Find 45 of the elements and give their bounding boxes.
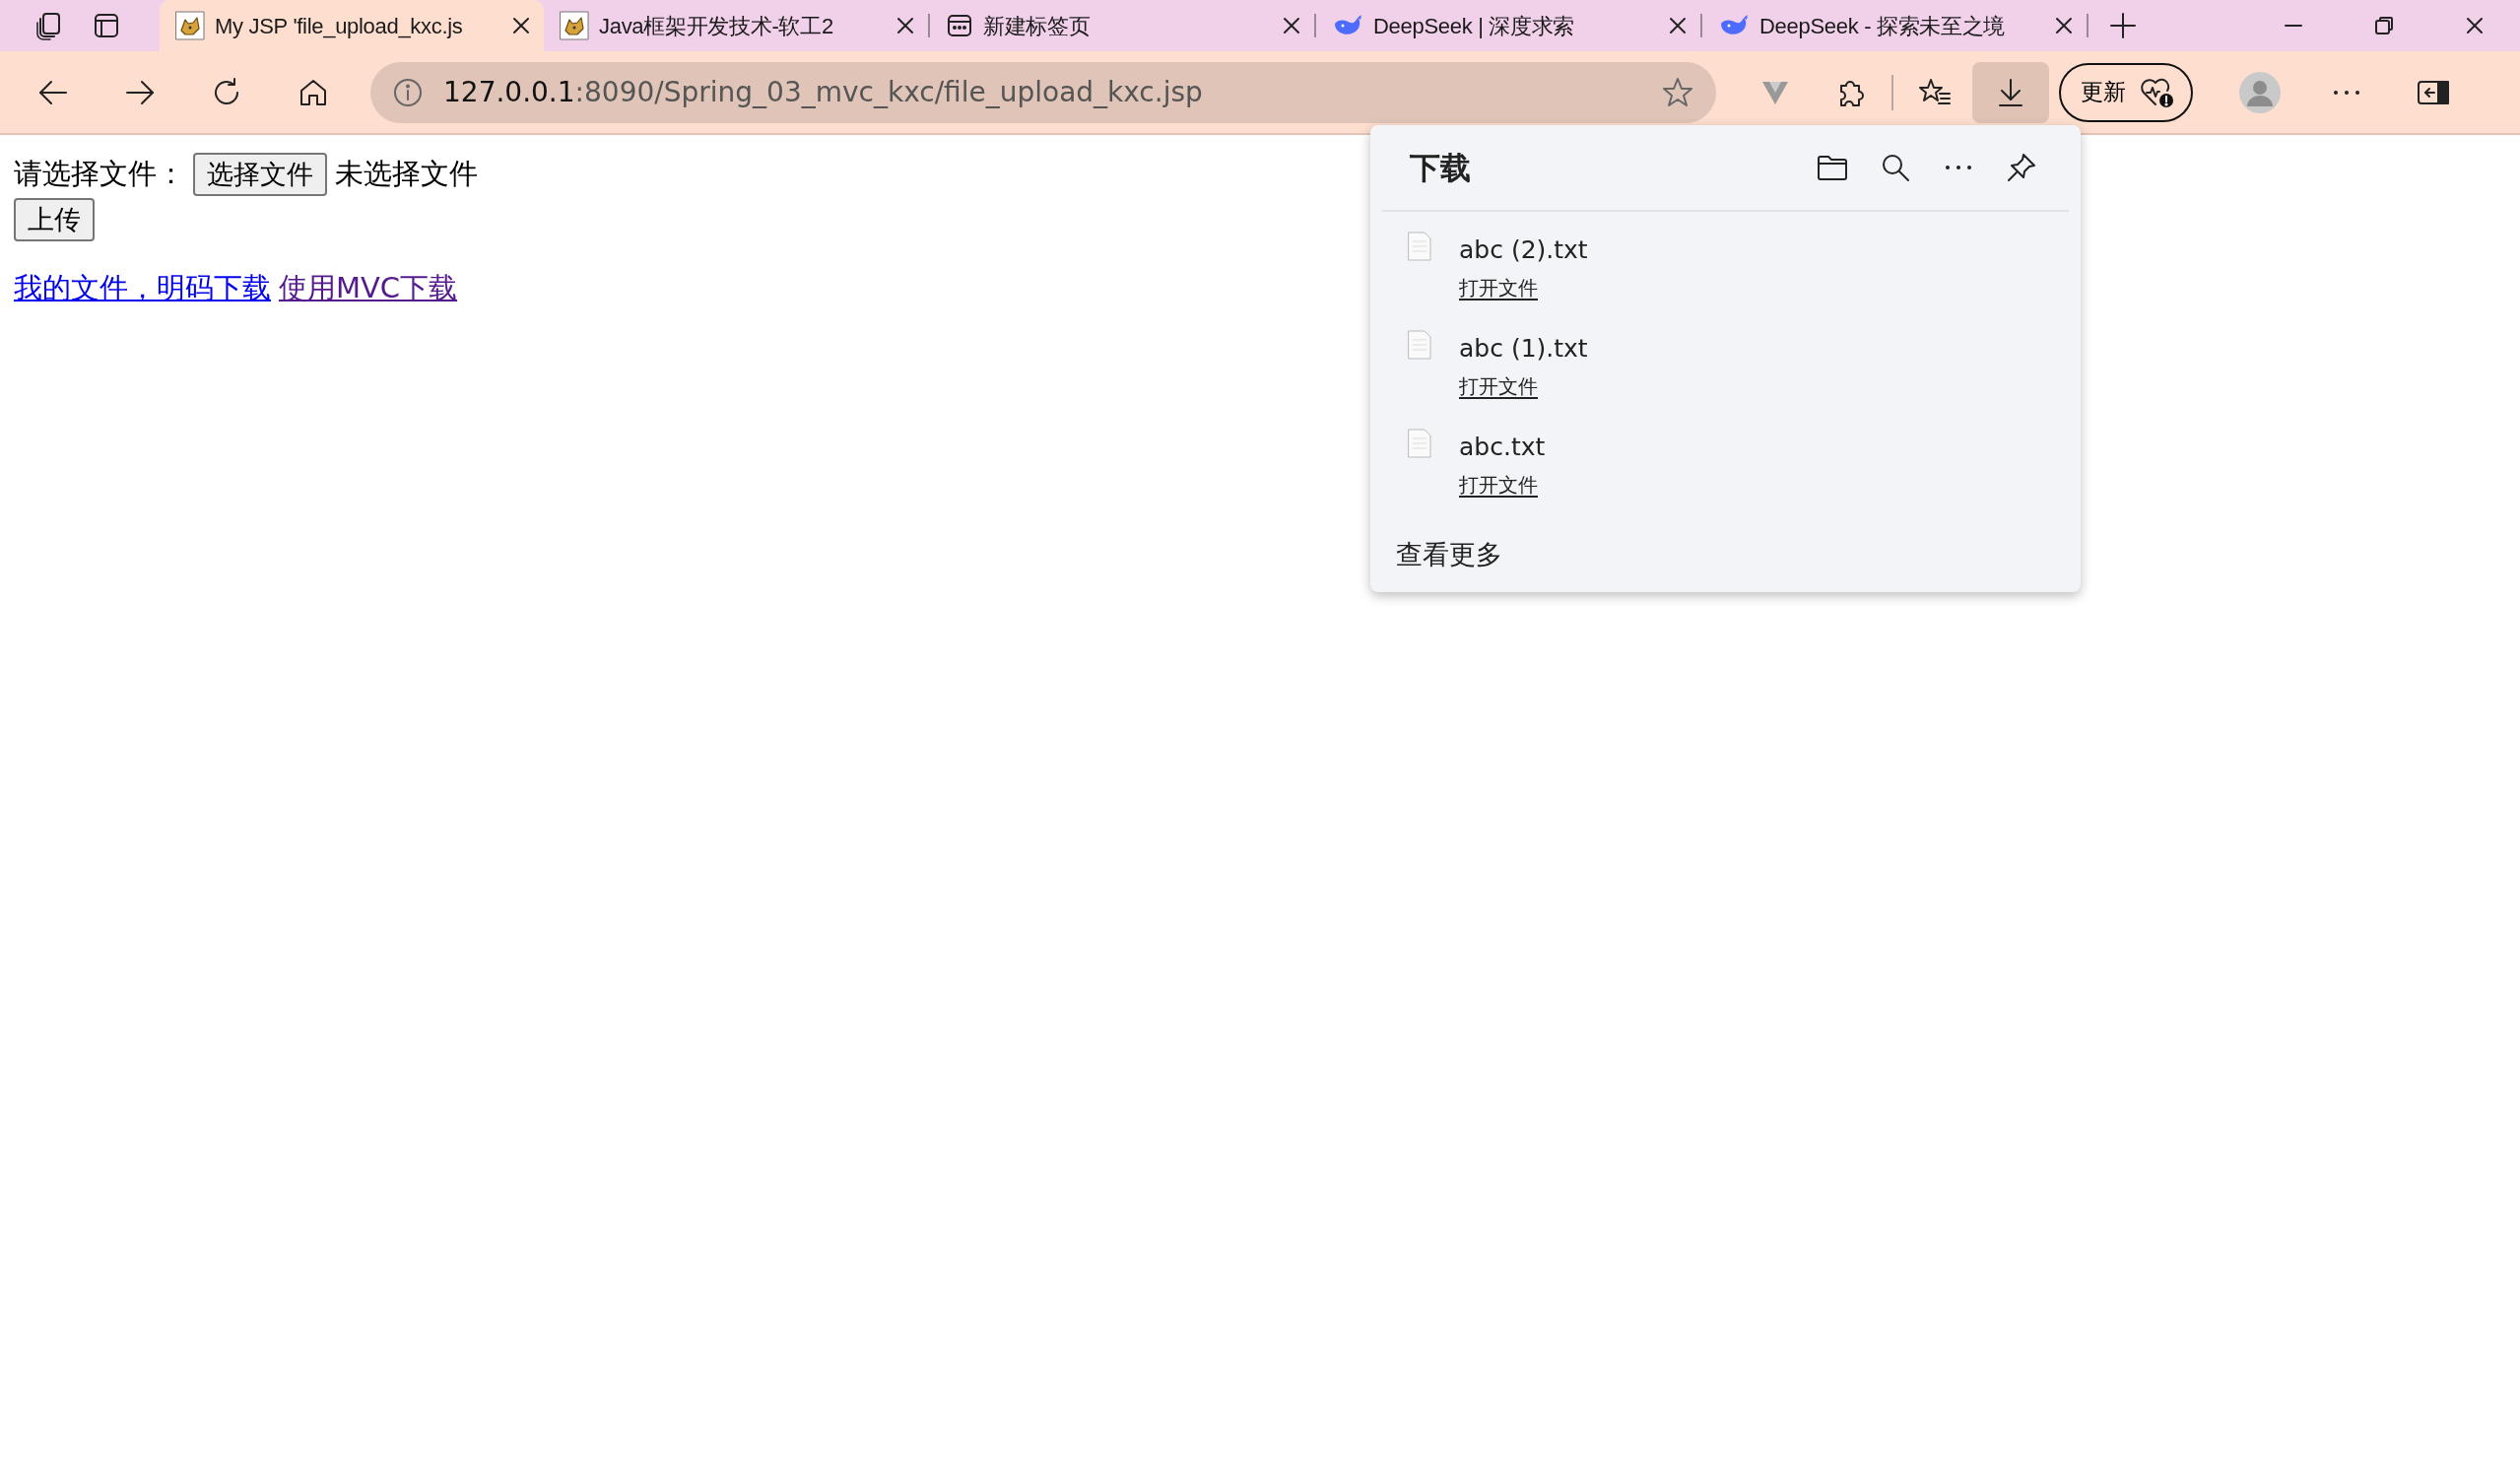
url-text: 127.0.0.1:8090/Spring_03_mvc_kxc/file_upload_kxc.jsp bbox=[442, 74, 1204, 110]
file-icon bbox=[1408, 429, 1431, 458]
folder-icon bbox=[1816, 153, 1849, 182]
close-icon[interactable] bbox=[2464, 15, 2486, 36]
open-file-link[interactable]: 打开文件 bbox=[1459, 272, 1538, 302]
restore-icon[interactable] bbox=[2373, 15, 2395, 36]
downloads-button[interactable] bbox=[1972, 61, 2049, 123]
pin-icon bbox=[2006, 152, 2037, 183]
download-link[interactable]: 我的文件，明码下载 bbox=[14, 267, 271, 310]
download-link[interactable]: 使用MVC下载 bbox=[279, 267, 458, 310]
new-tab-icon[interactable] bbox=[2108, 11, 2138, 40]
avatar-icon bbox=[2238, 70, 2282, 114]
address-bar[interactable]: 127.0.0.1:8090/Spring_03_mvc_kxc/file_upload_kxc.jsp bbox=[370, 61, 1716, 123]
choose-file-button[interactable]: 选择文件 bbox=[193, 153, 327, 196]
file-icon bbox=[1408, 232, 1431, 261]
browser-tab[interactable]: DeepSeek - 探索未至之境 bbox=[1702, 0, 2087, 51]
tab-actions-icon[interactable] bbox=[93, 12, 120, 39]
cat-icon bbox=[175, 11, 205, 40]
file-label: 请选择文件： bbox=[14, 156, 185, 193]
browser-tab[interactable]: 新建标签页 bbox=[930, 0, 1314, 51]
more-icon bbox=[1944, 163, 1973, 172]
file-name: abc (2).txt bbox=[1459, 234, 1588, 266]
file-status: 未选择文件 bbox=[335, 156, 478, 193]
open-file-link[interactable]: 打开文件 bbox=[1459, 469, 1538, 500]
close-icon[interactable] bbox=[1667, 15, 1689, 36]
see-more-link[interactable]: 查看更多 bbox=[1396, 535, 1502, 575]
browser-tab[interactable]: Java框架开发技术-软工2 bbox=[544, 0, 928, 51]
new-tab-icon bbox=[946, 12, 973, 39]
close-icon[interactable] bbox=[2053, 15, 2075, 36]
open-file-link[interactable]: 打开文件 bbox=[1459, 370, 1538, 401]
info-icon bbox=[392, 76, 424, 108]
browser-tab[interactable]: My JSP 'file_upload_kxc.js bbox=[160, 0, 544, 51]
browser-tab[interactable]: DeepSeek | 深度求索 bbox=[1316, 0, 1700, 51]
upload-button[interactable]: 上传 bbox=[14, 198, 95, 241]
update-button[interactable]: 更新 bbox=[2059, 62, 2193, 122]
panel-title: 下载 bbox=[1410, 148, 1472, 187]
close-icon[interactable] bbox=[1281, 15, 1302, 36]
favorite-star-icon[interactable] bbox=[1661, 75, 1694, 109]
search-icon bbox=[1881, 153, 1910, 182]
file-name: abc (1).txt bbox=[1459, 333, 1588, 365]
file-icon bbox=[1408, 330, 1431, 360]
cat-icon bbox=[560, 11, 589, 40]
close-icon[interactable] bbox=[510, 15, 532, 36]
close-icon[interactable] bbox=[895, 15, 916, 36]
file-name: abc.txt bbox=[1459, 432, 1546, 463]
